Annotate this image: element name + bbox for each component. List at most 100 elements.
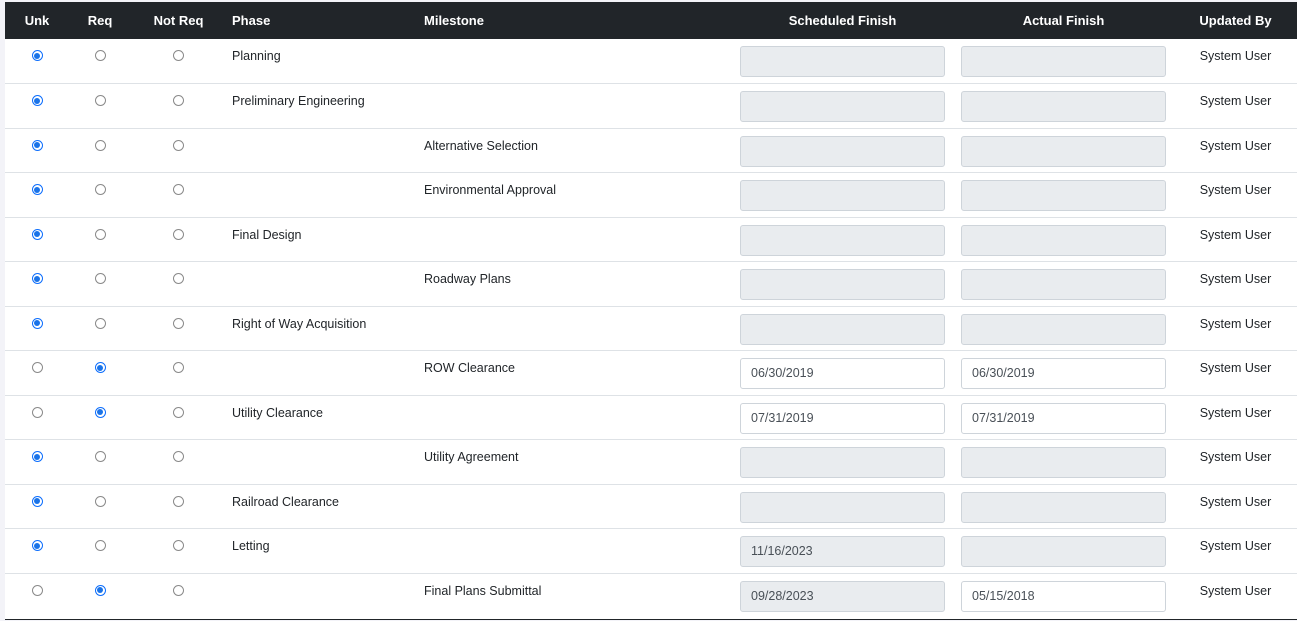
actual-finish-input[interactable] (961, 269, 1166, 300)
header-not-req: Not Req (153, 13, 204, 28)
req-radio[interactable] (94, 50, 106, 61)
req-radio[interactable] (94, 139, 106, 151)
req-radio[interactable] (94, 184, 106, 195)
req-radio[interactable] (94, 95, 106, 106)
scheduled-finish-cell: 09/28/2023 (732, 573, 953, 618)
not-req-radio[interactable] (173, 584, 184, 596)
scheduled-finish-cell (732, 306, 953, 351)
not-req-cell (131, 128, 226, 173)
not-req-radio[interactable] (173, 228, 184, 240)
not-req-cell (131, 173, 226, 218)
milestone-cell: Environmental Approval (412, 173, 732, 218)
updated-by-label: System User (1199, 539, 1272, 553)
unk-radio[interactable] (31, 584, 43, 596)
updated-by-label: System User (1199, 494, 1272, 509)
updated-by-cell: System User (1174, 39, 1297, 84)
req-radio[interactable] (94, 495, 106, 507)
header-actual-finish: Actual Finish (1022, 13, 1105, 28)
scheduled-finish-cell (732, 128, 953, 173)
not-req-radio[interactable] (173, 540, 184, 551)
scheduled-finish-input[interactable]: 06/30/2019 (740, 358, 945, 389)
updated-by-label: System User (1199, 272, 1272, 286)
actual-finish-input[interactable] (961, 91, 1166, 122)
header-scheduled-finish: Scheduled Finish (788, 13, 897, 28)
req-radio[interactable] (94, 451, 106, 462)
phase-label: Utility Clearance (232, 405, 324, 420)
actual-finish-input[interactable] (961, 46, 1166, 77)
scheduled-finish-input[interactable] (740, 269, 945, 300)
milestone-table-container: Unk Req Not Req Phase Milestone Schedule… (5, 2, 1297, 620)
unk-radio[interactable] (31, 139, 43, 151)
unk-radio[interactable] (31, 228, 43, 240)
unk-radio[interactable] (31, 184, 43, 195)
actual-finish-cell (953, 484, 1174, 529)
not-req-radio[interactable] (173, 139, 184, 151)
phase-cell: Railroad Clearance (226, 484, 412, 529)
actual-finish-input[interactable] (961, 313, 1166, 345)
not-req-cell (131, 39, 226, 84)
unk-radio[interactable] (31, 495, 43, 507)
req-radio[interactable] (94, 273, 106, 284)
actual-finish-input[interactable]: 05/15/2018 (961, 580, 1166, 612)
req-radio[interactable] (94, 362, 106, 373)
scheduled-finish-input[interactable] (740, 447, 945, 478)
not-req-radio[interactable] (173, 362, 184, 373)
actual-finish-input[interactable]: 07/31/2019 (961, 402, 1166, 434)
scheduled-finish-input[interactable] (740, 135, 945, 167)
actual-finish-input[interactable]: 06/30/2019 (961, 358, 1166, 389)
actual-finish-input[interactable] (961, 447, 1166, 478)
actual-finish-cell (953, 128, 1174, 173)
scheduled-finish-input[interactable] (740, 180, 945, 211)
table-row: Utility Agreement System User (5, 439, 1297, 485)
actual-finish-input[interactable] (961, 224, 1166, 256)
milestone-cell (412, 484, 732, 529)
actual-finish-cell (953, 262, 1174, 307)
req-radio[interactable] (94, 406, 106, 418)
not-req-radio[interactable] (173, 273, 184, 284)
req-radio[interactable] (94, 317, 106, 329)
updated-by-label: System User (1199, 138, 1272, 153)
unk-radio[interactable] (31, 273, 43, 284)
unk-radio[interactable] (31, 451, 43, 462)
req-radio[interactable] (94, 584, 106, 596)
actual-finish-input[interactable] (961, 491, 1166, 523)
not-req-radio[interactable] (173, 95, 184, 106)
scheduled-finish-input[interactable]: 11/16/2023 (740, 536, 945, 567)
scheduled-finish-input[interactable] (740, 46, 945, 77)
milestone-label: Utility Agreement (424, 450, 519, 464)
actual-finish-input[interactable] (961, 135, 1166, 167)
scheduled-finish-input[interactable] (740, 491, 945, 523)
phase-cell: Planning (226, 39, 412, 84)
updated-by-cell: System User (1174, 84, 1297, 129)
unk-radio[interactable] (31, 406, 43, 418)
actual-finish-input[interactable] (961, 536, 1166, 567)
req-radio[interactable] (94, 540, 106, 551)
scheduled-finish-input[interactable]: 09/28/2023 (740, 580, 945, 612)
not-req-radio[interactable] (173, 50, 184, 61)
phase-cell (226, 128, 412, 173)
req-radio[interactable] (94, 228, 106, 240)
scheduled-finish-input[interactable] (740, 313, 945, 345)
scheduled-finish-input[interactable]: 07/31/2019 (740, 402, 945, 434)
unk-cell (5, 529, 69, 574)
phase-label: Right of Way Acquisition (232, 316, 367, 331)
phase-cell (226, 440, 412, 485)
not-req-radio[interactable] (173, 495, 184, 507)
scheduled-finish-input[interactable] (740, 91, 945, 122)
actual-finish-input[interactable] (961, 180, 1166, 211)
scheduled-finish-input[interactable] (740, 224, 945, 256)
milestone-cell: Roadway Plans (412, 262, 732, 307)
not-req-radio[interactable] (173, 317, 184, 329)
not-req-radio[interactable] (173, 406, 184, 418)
unk-radio[interactable] (31, 362, 43, 373)
not-req-radio[interactable] (173, 451, 184, 462)
unk-radio[interactable] (31, 95, 43, 106)
not-req-radio[interactable] (173, 184, 184, 195)
req-cell (69, 351, 131, 396)
unk-radio[interactable] (31, 50, 43, 61)
actual-finish-cell (953, 440, 1174, 485)
updated-by-cell: System User (1174, 173, 1297, 218)
actual-finish-cell (953, 529, 1174, 574)
unk-radio[interactable] (31, 540, 43, 551)
unk-radio[interactable] (31, 317, 43, 329)
